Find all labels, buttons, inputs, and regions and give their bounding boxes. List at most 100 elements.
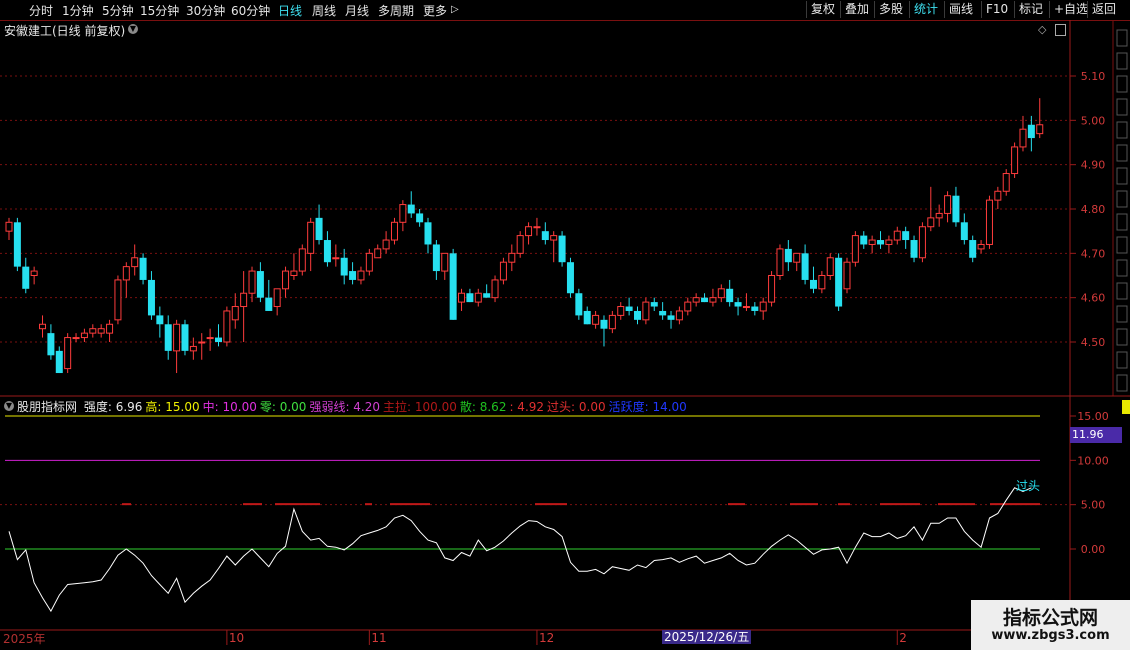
side-panel-cell	[1116, 213, 1128, 231]
candle	[315, 204, 323, 245]
candle-body	[332, 257, 340, 260]
candle	[885, 235, 893, 254]
candle-body	[675, 310, 683, 321]
candle	[851, 231, 859, 267]
candle	[432, 240, 440, 280]
candle	[742, 293, 750, 311]
candle	[340, 248, 348, 285]
candle-body	[994, 190, 1002, 201]
candle	[256, 262, 264, 303]
candle	[223, 306, 231, 347]
candle-body	[39, 323, 47, 330]
candle	[349, 262, 357, 285]
candle-body	[751, 306, 759, 311]
candle-body	[634, 310, 641, 320]
candle-body	[910, 240, 918, 258]
indicator-tick-label: 15.00	[1077, 410, 1109, 423]
candle-body	[709, 297, 717, 303]
candle	[390, 217, 398, 245]
candle	[684, 297, 692, 316]
candle	[809, 266, 817, 294]
candle	[1002, 169, 1010, 196]
candle	[449, 248, 457, 320]
candle-body	[273, 288, 281, 308]
side-panel-cell	[1116, 167, 1128, 185]
candle-body	[72, 337, 80, 340]
candle-body	[868, 239, 876, 245]
candle	[173, 319, 181, 374]
candle-body	[390, 221, 398, 241]
candle-body	[759, 301, 767, 312]
price-tick-label: 4.50	[1081, 336, 1106, 349]
candle	[592, 310, 600, 329]
side-panel-cell	[1116, 75, 1128, 93]
side-panel-cell	[1116, 52, 1128, 70]
candle	[994, 186, 1002, 209]
candle-body	[625, 306, 633, 311]
diamond-icon[interactable]: ◇	[1038, 23, 1046, 36]
side-panel-cell	[1116, 259, 1128, 277]
price-tick-label: 5.10	[1081, 70, 1106, 83]
candle	[784, 240, 792, 272]
indicator-item: 零: 0.00	[259, 400, 307, 414]
chevron-down-icon[interactable]: ▼	[4, 401, 14, 411]
candle-body	[575, 293, 583, 316]
candle	[374, 244, 382, 259]
candle-body	[122, 266, 130, 281]
candle	[650, 297, 658, 311]
candle-body	[114, 279, 122, 321]
candle	[818, 271, 826, 294]
side-panel-cell	[1116, 282, 1128, 300]
candle-body	[441, 252, 449, 272]
candle	[617, 302, 625, 320]
current-value-badge: 11.96	[1070, 427, 1122, 443]
time-axis: 10 11 12 2	[226, 630, 907, 645]
candle	[72, 333, 80, 342]
indicator-tick-label: 0.00	[1081, 543, 1106, 556]
side-panel-cell	[1116, 236, 1128, 254]
candle	[499, 257, 507, 285]
candle	[860, 231, 868, 249]
candle-body	[684, 301, 692, 312]
candle-body	[315, 217, 323, 241]
candle	[793, 252, 801, 272]
candle-body	[642, 301, 650, 321]
candle-body	[374, 248, 382, 259]
candle	[189, 337, 197, 360]
candle-body	[80, 332, 88, 339]
price-tick-label: 4.60	[1081, 292, 1106, 305]
candle	[918, 222, 926, 263]
indicator-item: 中: 10.00	[202, 400, 257, 414]
candle-body	[491, 279, 499, 299]
candle-body	[592, 314, 600, 325]
candle-body	[365, 252, 373, 272]
candle-body	[340, 257, 348, 276]
chevron-down-icon[interactable]: ▼	[128, 24, 138, 34]
indicator-item: 过头: 0.00	[547, 400, 606, 414]
candle	[298, 244, 306, 276]
candle	[969, 235, 977, 263]
candle	[625, 297, 633, 316]
candle	[483, 284, 491, 298]
candle-body	[533, 226, 541, 229]
indicator-grid	[0, 415, 1070, 550]
candle-body	[407, 204, 415, 214]
candle-body	[843, 261, 851, 290]
candle	[835, 253, 843, 311]
candle-body	[458, 292, 466, 303]
time-tick-label: 11	[371, 631, 386, 645]
candle-body	[416, 213, 424, 223]
candle	[893, 226, 901, 245]
kline-chart[interactable]: 过头 5.10 5.00 4.90 4.80 4.70 4.60 4.50 15.00 10.…	[0, 0, 1130, 650]
candle	[30, 266, 38, 285]
candle	[944, 191, 952, 223]
candle-body	[1011, 146, 1019, 175]
indicator-item: 活跃度: 14.00	[608, 400, 687, 414]
candle	[608, 310, 616, 334]
candle	[147, 271, 155, 320]
candle	[491, 275, 499, 303]
price-axis-labels: 5.10 5.00 4.90 4.80 4.70 4.60 4.50	[1081, 70, 1106, 349]
candle-body	[860, 235, 868, 245]
candle-body	[793, 252, 801, 263]
window-icon[interactable]	[1055, 24, 1066, 36]
